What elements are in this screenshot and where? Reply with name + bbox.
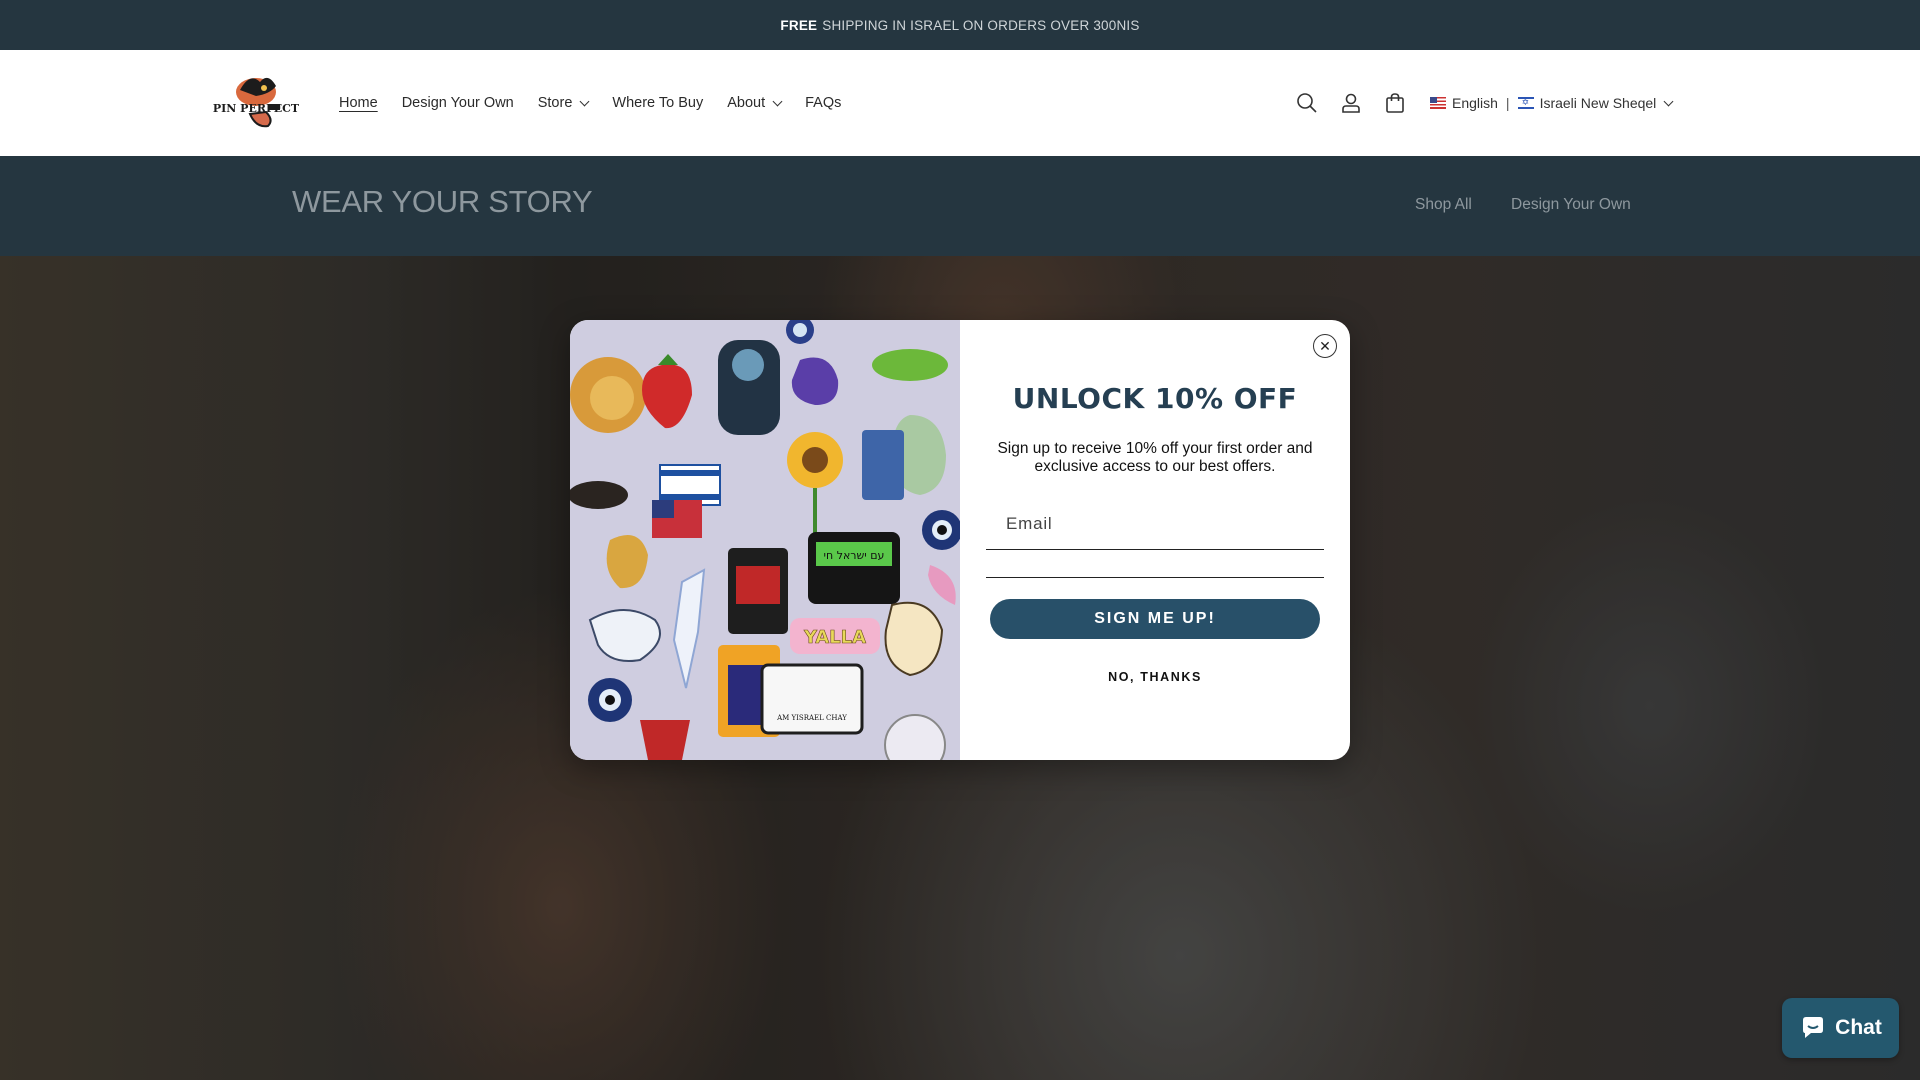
account-icon[interactable] bbox=[1339, 91, 1363, 115]
popup-content: ✕ UNLOCK 10% OFF Sign up to receive 10% … bbox=[960, 320, 1350, 760]
announcement-bar: FREE SHIPPING IN ISRAEL ON ORDERS OVER 3… bbox=[0, 0, 1920, 50]
israel-flag-icon bbox=[1517, 97, 1534, 109]
sign-me-up-button[interactable]: SIGN ME UP! bbox=[990, 599, 1320, 639]
logo[interactable]: PIN PERFECT bbox=[210, 70, 302, 134]
chat-bubble-icon bbox=[1803, 1017, 1824, 1038]
nav-store-label: Store bbox=[537, 95, 573, 111]
no-thanks-button[interactable]: NO, THANKS bbox=[960, 670, 1350, 684]
nav-design-your-own[interactable]: Design Your Own bbox=[402, 95, 514, 111]
design-your-own-link[interactable]: Design Your Own bbox=[1511, 196, 1631, 214]
nav-faqs-label: FAQs bbox=[805, 95, 842, 111]
chevron-down-icon bbox=[579, 96, 590, 107]
nav-where-label: Where To Buy bbox=[612, 95, 704, 111]
story-banner: WEAR YOUR STORY Shop All Design Your Own bbox=[0, 156, 1920, 256]
pin-text-hebrew: עם ישראל חי bbox=[824, 549, 885, 562]
email-field[interactable] bbox=[986, 498, 1324, 550]
nav-home[interactable]: Home bbox=[339, 95, 378, 111]
nav-about-label: About bbox=[727, 95, 766, 111]
main-nav: Home Design Your Own Store Where To Buy … bbox=[339, 50, 865, 156]
nav-design-label: Design Your Own bbox=[401, 95, 514, 111]
announcement-text: SHIPPING IN ISRAEL ON ORDERS OVER 300NIS bbox=[822, 17, 1140, 33]
language-label: English bbox=[1452, 95, 1498, 111]
us-flag-icon bbox=[1430, 97, 1446, 109]
nav-about[interactable]: About bbox=[727, 95, 783, 111]
cart-icon[interactable] bbox=[1383, 91, 1407, 115]
nav-faqs[interactable]: FAQs bbox=[805, 95, 841, 111]
site-header: PIN PERFECT Home Design Your Own Store W… bbox=[0, 50, 1920, 156]
chat-label: Chat bbox=[1835, 1016, 1882, 1039]
chevron-down-icon bbox=[772, 96, 783, 107]
nav-where-to-buy[interactable]: Where To Buy bbox=[612, 95, 703, 111]
locale-separator: | bbox=[1505, 95, 1510, 111]
pin-text-sign: AM YISRAEL CHAY bbox=[776, 714, 847, 722]
input-divider bbox=[986, 577, 1324, 578]
shop-all-link[interactable]: Shop All bbox=[1415, 196, 1472, 214]
logo-text: PIN PERFECT bbox=[213, 102, 300, 115]
pins-collage-image: עם ישראל חי YALLA AM YISRAEL CHAY bbox=[570, 320, 960, 760]
banner-title: WEAR YOUR STORY bbox=[292, 184, 593, 219]
pin-text-yalla: YALLA bbox=[803, 627, 866, 648]
close-icon[interactable]: ✕ bbox=[1313, 334, 1337, 358]
popup-headline: UNLOCK 10% OFF bbox=[1012, 382, 1298, 415]
chat-button[interactable]: Chat bbox=[1782, 998, 1899, 1058]
nav-home-label: Home bbox=[339, 95, 378, 111]
announcement-bold: FREE bbox=[780, 17, 818, 33]
header-icons bbox=[1295, 50, 1407, 156]
locale-selector[interactable]: English | Israeli New Sheqel bbox=[1430, 50, 1674, 156]
search-icon[interactable] bbox=[1295, 91, 1319, 115]
chevron-down-icon bbox=[1663, 96, 1674, 107]
popup-description: Sign up to receive 10% off your first or… bbox=[997, 440, 1313, 475]
currency-label: Israeli New Sheqel bbox=[1539, 95, 1657, 111]
nav-store[interactable]: Store bbox=[537, 95, 590, 111]
signup-popup: עם ישראל חי YALLA AM YISRAEL CHAY ✕ UNLO… bbox=[570, 320, 1350, 760]
